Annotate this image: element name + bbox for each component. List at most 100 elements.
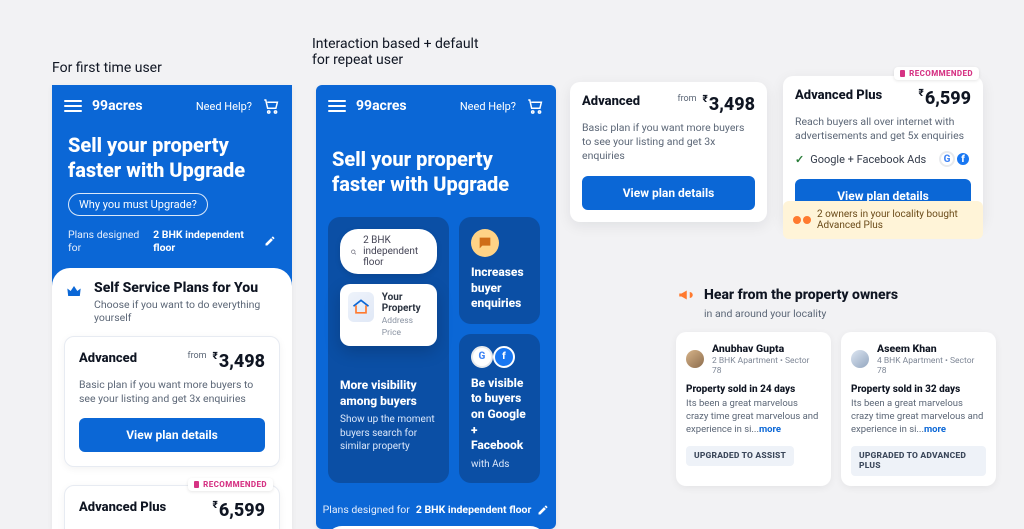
testi-meta: 4 BHK Apartment • Sector 78 [877, 356, 986, 376]
hero: Sell your property faster with Upgrade W… [52, 133, 292, 268]
view-plan-button[interactable]: View plan details [79, 418, 265, 452]
section-label-first-time: For first time user [52, 60, 162, 76]
cart-icon[interactable] [526, 97, 544, 115]
testi-sold: Property sold in 32 days [851, 384, 986, 395]
plans-designed-prefix: Plans designed for [323, 503, 410, 516]
plans-designed-row: Plans designed for 2 BHK independent flo… [68, 228, 276, 254]
tile-sub: Show up the moment buyers search for sim… [340, 413, 437, 454]
tile-sub: with Ads [471, 458, 528, 472]
plans-designed-value: 2 BHK independent floor [416, 503, 532, 516]
google-icon: G [471, 346, 493, 368]
owners-section: Hear from the property owners in and aro… [676, 285, 996, 486]
hero-title: Sell your property faster with Upgrade [68, 133, 276, 183]
plan-price: 6,599 [219, 500, 265, 521]
plan-desc: Basic plan if you want more buyers to se… [79, 378, 265, 406]
facebook-icon: f [955, 151, 971, 167]
search-value: 2 BHK independent floor [363, 235, 427, 268]
owners-note-text: 2 owners in your locality bought Advance… [817, 209, 973, 231]
plans-designed-prefix: Plans designed for [68, 228, 147, 254]
chat-icon [471, 229, 499, 257]
plan-name: Advanced [79, 351, 137, 366]
hero: Sell your property faster with Upgrade [316, 127, 556, 217]
recommended-tag: RECOMMENDED [894, 67, 979, 80]
tile-visibility: 2 BHK independent floor Your Property Ad… [328, 217, 449, 483]
more-link[interactable]: more [759, 424, 781, 435]
crown-icon [64, 280, 84, 302]
check-icon: ✓ [795, 153, 804, 166]
from-label: from [677, 94, 696, 104]
need-help-link[interactable]: Need Help? [460, 100, 516, 113]
avatar [686, 350, 704, 368]
plans-designed-value: 2 BHK independent floor [153, 228, 258, 254]
brand-logo[interactable]: 99acres [356, 98, 407, 114]
plan-name: Advanced Plus [795, 88, 882, 103]
upgrade-badge: UPGRADED TO ASSIST [686, 446, 794, 466]
testi-text: Its been a great marvelous crazy time gr… [851, 398, 986, 436]
upgrade-badge: UPGRADED TO ADVANCED PLUS [851, 446, 986, 476]
testi-name: Aseem Khan [877, 342, 986, 355]
testi-sold: Property sold in 24 days [686, 384, 821, 395]
owners-title: Hear from the property owners [704, 287, 898, 303]
tile-social: G f Be visible to buyers on Google + Fac… [459, 334, 540, 483]
self-service-subtitle: Choose if you want to do everything your… [94, 298, 280, 324]
currency-symbol: ₹ [213, 500, 218, 511]
tile-title: Increases buyer enquiries [471, 265, 528, 312]
cart-icon[interactable] [262, 97, 280, 115]
more-link[interactable]: more [924, 424, 946, 435]
currency-symbol: ₹ [703, 94, 708, 105]
device-repeat: 99acres Need Help? Sell your property fa… [316, 85, 556, 529]
brand-logo[interactable]: 99acres [92, 98, 143, 114]
device-first-time: 99acres Need Help? Sell your property fa… [52, 85, 292, 529]
bottom-sheet: Self Service Plans for You Choose if you… [52, 268, 292, 529]
menu-icon[interactable] [328, 100, 346, 112]
edit-icon[interactable] [264, 235, 276, 247]
section-label-repeat: Interaction based + default for repeat u… [312, 36, 479, 68]
mini-addr: Address [382, 316, 429, 326]
plan-name: Advanced Plus [79, 500, 166, 515]
tile-title: Be visible to buyers on Google + Faceboo… [471, 376, 528, 454]
search-pill[interactable]: 2 BHK independent floor [340, 229, 437, 274]
edit-icon[interactable] [537, 504, 549, 516]
feature-grid: 2 BHK independent floor Your Property Ad… [316, 217, 556, 495]
owners-note: 2 owners in your locality bought Advance… [783, 201, 983, 239]
mini-title: Your Property [382, 292, 429, 314]
plan-card-advanced-standalone: Advanced from ₹3,498 Basic plan if you w… [570, 82, 767, 222]
social-icons: G f [939, 151, 971, 167]
bullhorn-icon [676, 285, 696, 305]
mini-price: Price [382, 328, 429, 338]
home-icon [348, 292, 374, 322]
app-bar: 99acres Need Help? [316, 85, 556, 127]
need-help-link[interactable]: Need Help? [196, 100, 252, 113]
testi-meta: 2 BHK Apartment • Sector 78 [712, 356, 821, 376]
plan-card-advanced: Advanced from ₹3,498 Basic plan if you w… [64, 336, 280, 467]
owners-sub: in and around your locality [704, 307, 996, 320]
currency-symbol: ₹ [919, 88, 924, 99]
people-icon [793, 216, 811, 224]
plan-price: 6,599 [925, 88, 971, 109]
property-mini-card: Your Property Address Price [340, 284, 437, 346]
menu-icon[interactable] [64, 100, 82, 112]
facebook-icon: f [493, 346, 515, 368]
view-plan-button[interactable]: View plan details [582, 176, 755, 210]
plan-price: 3,498 [219, 351, 265, 372]
testi-name: Anubhav Gupta [712, 342, 821, 355]
tile-title: More visibility among buyers [340, 378, 437, 409]
google-icon: G [939, 151, 955, 167]
feature-label: Google + Facebook Ads [810, 153, 926, 166]
hero-title: Sell your property faster with Upgrade [332, 147, 540, 197]
avatar [851, 350, 869, 368]
testi-text: Its been a great marvelous crazy time gr… [686, 398, 821, 436]
app-bar: 99acres Need Help? [52, 85, 292, 127]
plan-name: Advanced [582, 94, 640, 109]
self-service-title: Self Service Plans for You [94, 280, 280, 296]
recommended-tag: RECOMMENDED [188, 478, 273, 491]
testimonial-card: Anubhav Gupta 2 BHK Apartment • Sector 7… [676, 332, 831, 486]
testimonial-card: Aseem Khan 4 BHK Apartment • Sector 78 P… [841, 332, 996, 486]
plan-price: 3,498 [709, 94, 755, 115]
why-upgrade-chip[interactable]: Why you must Upgrade? [68, 193, 208, 216]
plan-card-advanced-plus: RECOMMENDED Advanced Plus ₹6,599 Reach b… [64, 485, 280, 529]
plan-desc: Basic plan if you want more buyers to se… [582, 121, 755, 164]
plans-designed-row: Plans designed for 2 BHK independent flo… [316, 495, 556, 520]
plan-desc: Reach buyers all over internet with adve… [795, 115, 971, 143]
from-label: from [187, 351, 206, 361]
